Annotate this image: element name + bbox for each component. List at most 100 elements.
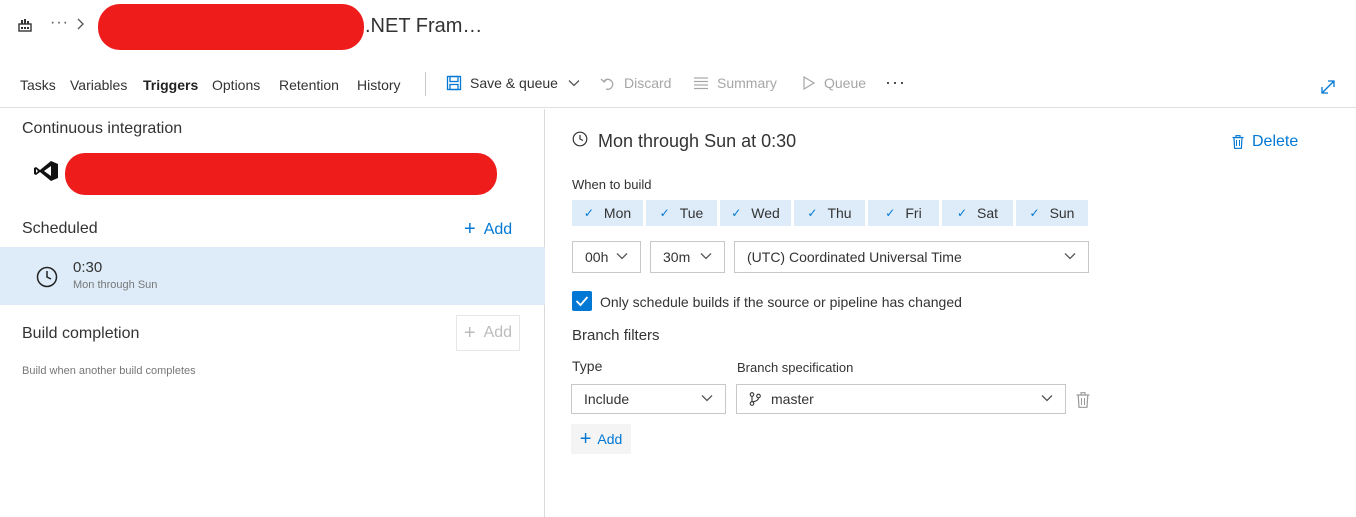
tab-retention[interactable]: Retention (279, 77, 339, 93)
day-label: Sun (1049, 205, 1075, 221)
day-label: Sat (977, 205, 999, 221)
tab-history[interactable]: History (357, 77, 401, 93)
schedule-detail-panel: Mon through Sun at 0:30 Delete When to b… (546, 109, 1356, 517)
check-icon: ✓ (731, 206, 742, 220)
more-actions-button[interactable]: ··· (885, 72, 906, 93)
check-icon: ✓ (1029, 206, 1040, 220)
breadcrumb-more-button[interactable]: ··· (50, 14, 69, 32)
day-label: Tue (679, 205, 704, 221)
redacted-title-mark (98, 4, 364, 50)
schedule-time: 0:30 (73, 259, 103, 276)
minute-value: 30m (663, 249, 691, 265)
clock-icon (572, 131, 588, 147)
add-schedule-label: Add (483, 220, 513, 238)
chevron-down-icon (616, 253, 628, 260)
chevron-down-icon (1041, 395, 1053, 402)
when-to-build-label: When to build (572, 177, 652, 192)
delete-label: Delete (1252, 133, 1299, 150)
triggers-list-panel: Continuous integration Scheduled + Add 0… (0, 109, 545, 517)
day-label: Thu (827, 205, 852, 221)
schedule-days: Mon through Sun (73, 279, 158, 291)
filter-type-select[interactable]: Include (571, 384, 726, 414)
build-completion-title: Build completion (22, 325, 140, 342)
chevron-down-icon (701, 395, 713, 402)
expand-icon[interactable] (1320, 79, 1336, 95)
day-toggle-wed[interactable]: ✓ Wed (720, 200, 791, 226)
day-toggle-sun[interactable]: ✓ Sun (1016, 200, 1088, 226)
chevron-right-icon (77, 18, 84, 30)
redacted-repository-mark (65, 153, 497, 195)
add-branch-filter-button[interactable]: + Add (571, 424, 631, 454)
header: ··· .NET Fram… (0, 0, 1356, 54)
tab-triggers[interactable]: Triggers (143, 77, 198, 93)
tab-options[interactable]: Options (212, 77, 260, 93)
day-toggle-fri[interactable]: ✓ Fri (868, 200, 939, 226)
save-icon (446, 75, 462, 91)
scheduled-title: Scheduled (22, 220, 98, 237)
branch-filters-title: Branch filters (572, 327, 660, 344)
plus-icon: + (579, 427, 592, 450)
check-icon: ✓ (659, 206, 670, 220)
build-completion-subtitle: Build when another build completes (22, 365, 196, 377)
check-icon: ✓ (807, 206, 818, 220)
day-label: Mon (603, 205, 632, 221)
save-queue-button[interactable]: Save & queue (446, 75, 580, 91)
branch-value: master (771, 391, 814, 407)
undo-icon (600, 78, 614, 90)
add-schedule-button[interactable]: + Add (464, 218, 512, 241)
hour-select[interactable]: 00h (572, 241, 641, 273)
trash-icon (1232, 135, 1244, 149)
day-label: Fri (905, 205, 922, 221)
tab-tasks[interactable]: Tasks (20, 77, 56, 93)
hour-value: 00h (585, 249, 609, 265)
plus-icon: + (464, 218, 476, 240)
add-build-completion-button[interactable]: + Add (456, 315, 520, 351)
queue-button[interactable]: Queue (802, 75, 866, 91)
chevron-down-icon (700, 253, 712, 260)
toolbar: Tasks Variables Triggers Options Retenti… (0, 60, 1356, 108)
day-toggle-thu[interactable]: ✓ Thu (794, 200, 865, 226)
plus-icon: + (463, 321, 476, 344)
queue-label: Queue (824, 75, 867, 91)
chevron-down-icon (1064, 253, 1076, 260)
add-build-completion-label: Add (483, 324, 513, 341)
day-label: Wed (751, 205, 780, 221)
continuous-integration-title: Continuous integration (22, 120, 183, 137)
schedule-heading: Mon through Sun at 0:30 (598, 131, 797, 151)
branch-spec-select[interactable]: master (736, 384, 1066, 414)
checkmark-icon (575, 296, 589, 307)
timezone-value: (UTC) Coordinated Universal Time (747, 249, 962, 265)
page-title[interactable]: .NET Fram… (365, 15, 482, 38)
check-icon: ✓ (583, 206, 594, 220)
day-toggle-mon[interactable]: ✓ Mon (572, 200, 643, 226)
visual-studio-icon (34, 161, 58, 181)
clock-icon (36, 266, 58, 288)
remove-filter-icon[interactable] (1076, 392, 1090, 408)
timezone-select[interactable]: (UTC) Coordinated Universal Time (734, 241, 1089, 273)
day-toggle-sat[interactable]: ✓ Sat (942, 200, 1013, 226)
only-changed-checkbox[interactable] (572, 291, 592, 311)
add-filter-label: Add (597, 431, 623, 447)
discard-label: Discard (624, 75, 672, 91)
only-changed-label: Only schedule builds if the source or pi… (600, 294, 962, 310)
play-icon (803, 76, 816, 90)
tab-variables[interactable]: Variables (70, 77, 127, 93)
branch-icon (749, 392, 761, 406)
delete-schedule-button[interactable]: Delete (1232, 133, 1298, 151)
day-toggle-tue[interactable]: ✓ Tue (646, 200, 717, 226)
branch-spec-label: Branch specification (737, 360, 854, 375)
chevron-down-icon (568, 80, 580, 87)
type-label: Type (572, 358, 603, 374)
summary-label: Summary (717, 75, 777, 91)
minute-select[interactable]: 30m (650, 241, 725, 273)
schedule-list-item[interactable]: 0:30 Mon through Sun (0, 247, 545, 305)
toolbar-divider (425, 72, 426, 96)
day-selector: ✓ Mon ✓ Tue ✓ Wed ✓ Thu ✓ Fri ✓ Sat ✓ Su… (572, 200, 1091, 226)
list-icon (694, 77, 708, 90)
check-icon: ✓ (885, 206, 896, 220)
check-icon: ✓ (956, 206, 968, 220)
save-queue-label: Save & queue (470, 75, 558, 91)
pipeline-icon (18, 19, 32, 32)
summary-button[interactable]: Summary (693, 75, 777, 91)
discard-button[interactable]: Discard (600, 75, 671, 91)
